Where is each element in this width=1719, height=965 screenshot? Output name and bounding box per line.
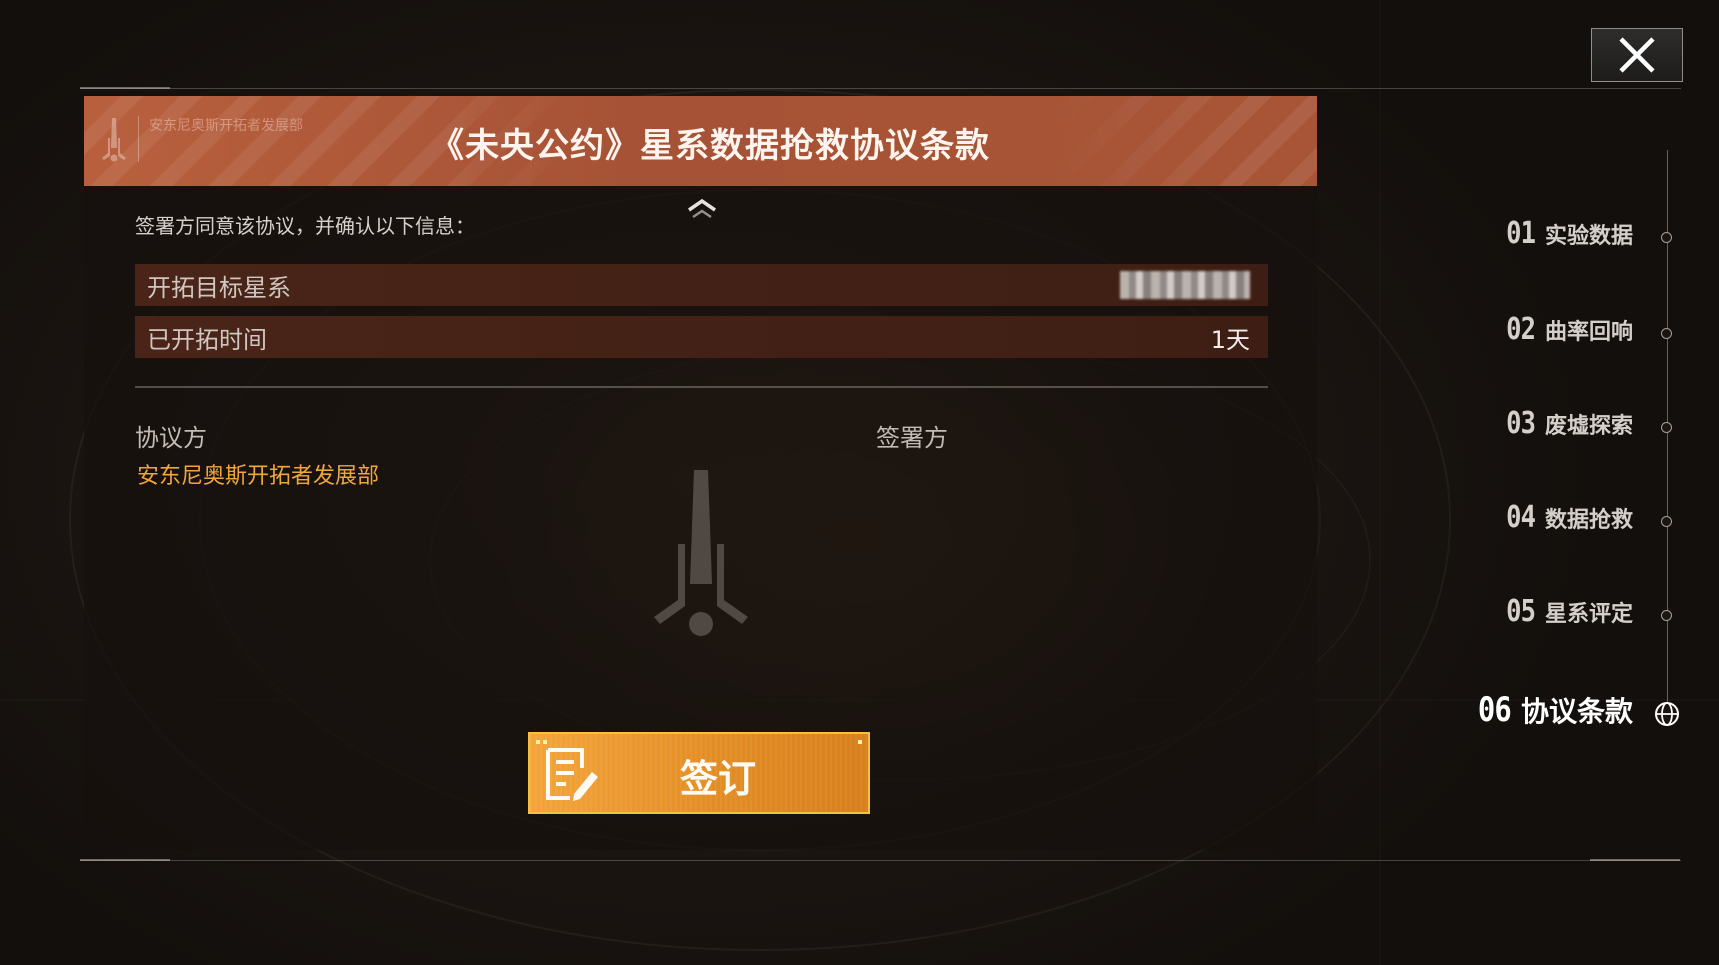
org-name-small: 安东尼奥斯开拓者发展部 <box>149 118 303 134</box>
step-number: 05 <box>1505 594 1536 629</box>
party-a-label: 协议方 <box>135 424 207 452</box>
target-galaxy-value-redacted <box>1120 271 1250 299</box>
org-emblem-watermark-icon <box>654 470 748 636</box>
step-05-galaxy-rating[interactable]: 05 星系评定 <box>1501 594 1633 629</box>
step-node <box>1661 232 1672 243</box>
step-number: 04 <box>1505 500 1536 535</box>
step-node <box>1661 422 1672 433</box>
sign-button-label: 签订 <box>680 757 757 801</box>
globe-icon <box>1655 702 1679 726</box>
step-node <box>1661 610 1672 621</box>
step-03-ruins-exploration[interactable]: 03 废墟探索 <box>1501 406 1633 441</box>
panel-header: 安东尼奥斯开拓者发展部 《未央公约》星系数据抢救协议条款 <box>84 96 1317 186</box>
target-galaxy-row: 开拓目标星系 <box>135 264 1268 306</box>
step-number: 02 <box>1505 312 1536 347</box>
sign-button[interactable]: 签订 <box>528 732 870 814</box>
step-label: 废墟探索 <box>1544 413 1633 439</box>
party-a-name: 安东尼奥斯开拓者发展部 <box>137 464 380 489</box>
step-label: 曲率回响 <box>1544 319 1633 345</box>
corner-dot <box>536 740 540 744</box>
chevron-up-icon[interactable] <box>684 196 720 220</box>
corner-dot <box>543 740 547 744</box>
close-x-icon <box>1619 37 1655 73</box>
badge-divider <box>138 116 139 162</box>
step-number: 01 <box>1505 216 1536 251</box>
step-node <box>1661 328 1672 339</box>
close-button[interactable] <box>1591 28 1683 82</box>
explored-time-label: 已开拓时间 <box>147 325 267 354</box>
step-node <box>1661 516 1672 527</box>
org-emblem-icon <box>102 118 126 162</box>
step-06-agreement-terms[interactable]: 06 协议条款 <box>1472 690 1633 730</box>
party-b-label: 签署方 <box>876 424 948 452</box>
panel-title: 《未央公约》星系数据抢救协议条款 <box>430 126 990 166</box>
step-number: 03 <box>1505 406 1536 441</box>
corner-dot <box>858 740 862 744</box>
explored-time-row: 已开拓时间 1天 <box>135 316 1268 358</box>
agreement-intro: 签署方同意该协议，并确认以下信息： <box>135 214 475 238</box>
section-divider <box>135 386 1268 388</box>
explored-time-value: 1天 <box>1210 325 1250 354</box>
target-galaxy-label: 开拓目标星系 <box>147 273 291 302</box>
org-badge: 安东尼奥斯开拓者发展部 <box>100 116 309 164</box>
step-01-experiment-data[interactable]: 01 实验数据 <box>1501 216 1633 251</box>
step-02-curvature-echo[interactable]: 02 曲率回响 <box>1501 312 1633 347</box>
step-04-data-rescue[interactable]: 04 数据抢救 <box>1501 500 1633 535</box>
agreement-panel: 安东尼奥斯开拓者发展部 《未央公约》星系数据抢救协议条款 签署方同意该协议，并确… <box>84 96 1317 850</box>
sign-document-pen-icon <box>546 748 598 801</box>
step-label: 协议条款 <box>1520 695 1633 728</box>
step-number: 06 <box>1477 690 1512 730</box>
step-label: 实验数据 <box>1544 223 1633 249</box>
step-label: 数据抢救 <box>1544 507 1633 533</box>
step-label: 星系评定 <box>1544 601 1633 627</box>
